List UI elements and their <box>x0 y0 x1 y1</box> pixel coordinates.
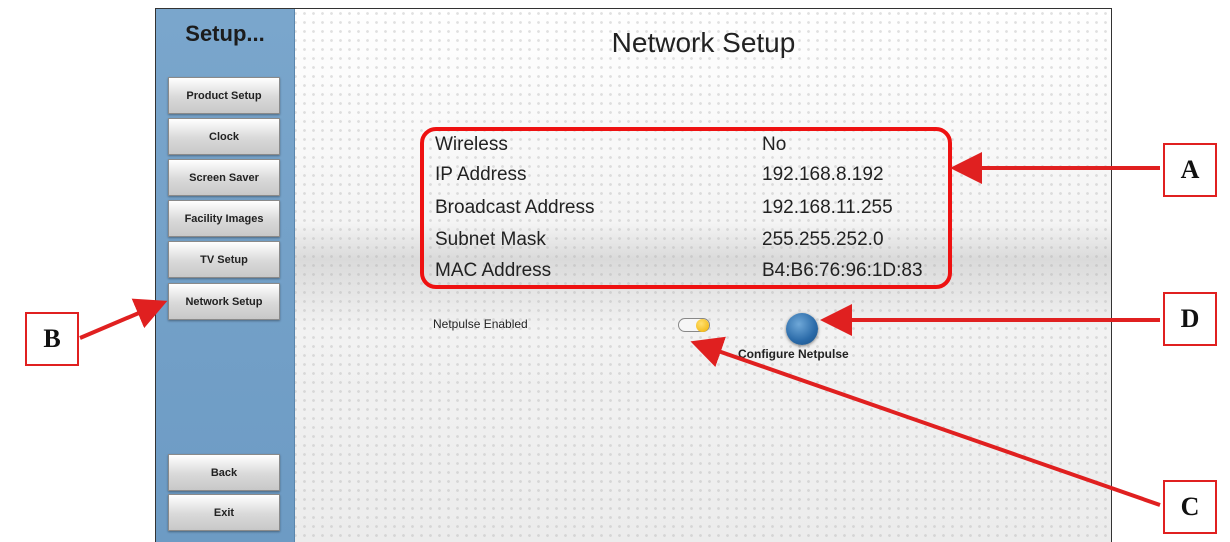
callout-arrows <box>79 152 1161 507</box>
arrow-b <box>79 298 168 340</box>
arrow-c <box>690 336 1161 507</box>
callout-b: B <box>25 312 79 366</box>
callout-c: C <box>1163 480 1217 534</box>
callout-a: A <box>1163 143 1217 197</box>
callout-d: D <box>1163 292 1217 346</box>
